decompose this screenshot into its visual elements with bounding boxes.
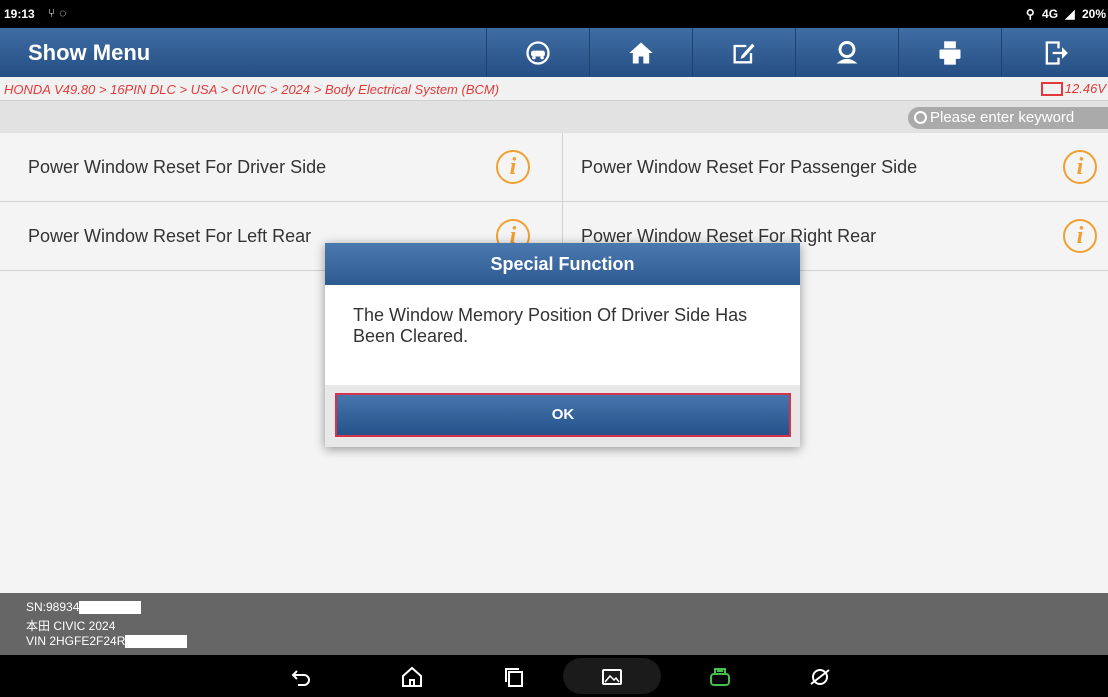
image-icon xyxy=(602,669,622,685)
vci-button[interactable] xyxy=(706,663,734,691)
status-time: 19:13 xyxy=(4,7,35,21)
battery-percent: 20% xyxy=(1081,7,1106,21)
dialog-footer: OK xyxy=(325,385,800,447)
location-icon: ⚲ xyxy=(1025,7,1035,21)
screenshot-button[interactable] xyxy=(598,663,626,691)
home-nav-button[interactable] xyxy=(398,663,426,691)
planet-icon xyxy=(810,669,830,685)
vci-icon xyxy=(710,668,730,686)
signal-label: 4G xyxy=(1042,7,1059,21)
back-button[interactable] xyxy=(287,663,315,691)
home-nav-icon xyxy=(402,666,422,687)
dialog-title: Special Function xyxy=(325,243,800,285)
system-nav-bar xyxy=(0,655,1108,697)
signal-icon: ◢ xyxy=(1065,7,1075,21)
usb-icon: ⑂ xyxy=(48,6,60,20)
chat-icon: ◌ xyxy=(59,6,71,20)
status-right: ⚲ 4G ◢ 20% xyxy=(1022,7,1106,21)
dialog-message: The Window Memory Position Of Driver Sid… xyxy=(353,305,748,346)
browser-button[interactable] xyxy=(806,663,834,691)
status-left-icons: ⑂◌ xyxy=(48,6,70,20)
recents-button[interactable] xyxy=(500,663,528,691)
recents-icon xyxy=(505,668,523,687)
status-bar: 19:13 ⑂◌ ⚲ 4G ◢ 20% xyxy=(0,0,1108,28)
back-icon xyxy=(291,670,310,686)
ok-button[interactable]: OK xyxy=(335,393,791,437)
special-function-dialog: Special Function The Window Memory Posit… xyxy=(325,243,800,447)
